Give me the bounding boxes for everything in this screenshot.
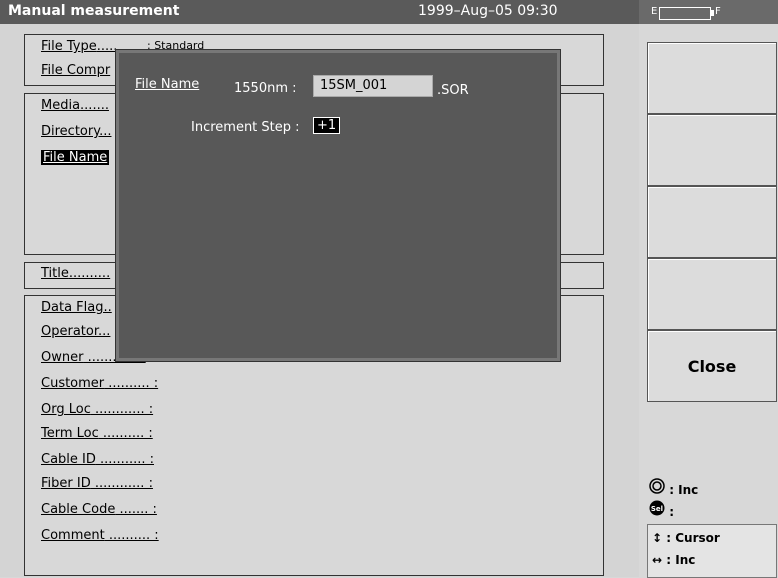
wavelength-label: 1550nm : [234,81,297,96]
file-name-dialog: File Name 1550nm : 15SM_001 .SOR Increme… [116,50,560,361]
comment-label[interactable]: Comment .......... : [41,528,159,543]
org-loc-label[interactable]: Org Loc ............ : [41,402,153,417]
softkey-4[interactable] [647,258,777,330]
cable-code-label[interactable]: Cable Code ....... : [41,502,157,517]
fiber-id-label[interactable]: Fiber ID ............ : [41,476,153,491]
sel-legend: Sel : [649,500,674,519]
title-bar: Manual measurement 1999–Aug–05 09:30 [0,0,639,24]
battery-tip [710,10,714,16]
battery-icon [659,7,711,20]
softkey-2[interactable] [647,114,777,186]
file-name-input[interactable]: 15SM_001 [313,75,433,97]
close-button[interactable]: Close [647,330,777,402]
increment-step-value[interactable]: +1 [313,117,341,134]
data-flag-label[interactable]: Data Flag.. [41,300,112,315]
file-extension: .SOR [437,83,469,98]
battery-indicator: E F [639,0,778,24]
softkey-3[interactable] [647,186,777,258]
left-right-arrow-icon: ↔ [652,553,663,567]
battery-empty-label: E [651,6,658,17]
dialog-file-name-label: File Name [135,77,200,92]
title-label[interactable]: Title.......... [41,266,110,281]
datetime: 1999–Aug–05 09:30 [418,3,558,19]
directory-label[interactable]: Directory... [41,124,111,139]
rotary-knob-icon [649,478,665,497]
file-type-label[interactable]: File Type..... [41,39,117,54]
knob-legend: : Inc [649,478,698,497]
term-loc-label[interactable]: Term Loc .......... : [41,426,153,441]
window-title: Manual measurement [8,3,180,19]
file-compr-label[interactable]: File Compr [41,63,110,78]
up-down-arrow-icon: ↕ [652,531,663,545]
cable-id-label[interactable]: Cable ID ........... : [41,452,154,467]
softkey-panel: Close : Inc Sel : ↕ : Cursor ↔ : Inc [639,24,778,578]
sel-button-icon: Sel [649,500,665,519]
arrow-key-legend: ↕ : Cursor ↔ : Inc [647,524,777,578]
battery-full-label: F [715,6,721,17]
increment-step-label: Increment Step : [191,120,300,135]
operator-label[interactable]: Operator... [41,324,110,339]
customer-label[interactable]: Customer .......... : [41,376,158,391]
media-label[interactable]: Media....... [41,98,109,113]
svg-text:Sel: Sel [651,505,663,513]
file-name-label[interactable]: File Name [41,150,110,165]
softkey-1[interactable] [647,42,777,114]
